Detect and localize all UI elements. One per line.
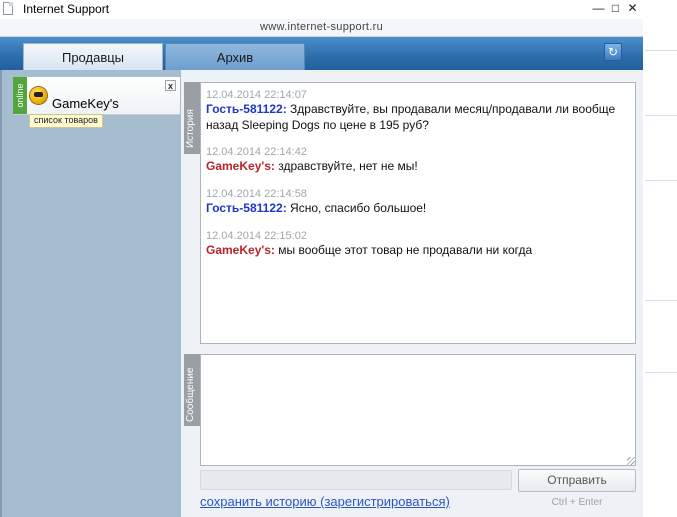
background-divider (645, 50, 677, 51)
message-line: Гость-581122: Ясно, спасибо большое! (206, 201, 427, 215)
refresh-icon: ↻ (607, 45, 619, 59)
message-text: здравствуйте, нет не мы! (278, 159, 418, 173)
message-sender: GameKey's (206, 243, 271, 257)
minimize-button[interactable]: — (590, 0, 607, 17)
tab-archive[interactable]: Архив (165, 43, 305, 70)
message-text: мы вообще этот товар не продавали ни ког… (278, 243, 533, 257)
background-divider (645, 180, 677, 181)
window-title: Internet Support (23, 2, 110, 16)
history-label: История (185, 109, 196, 148)
message-side-label: Сообщение (184, 354, 200, 426)
message-input[interactable] (200, 354, 636, 466)
status-bar (200, 470, 512, 490)
message-sender: GameKey's (206, 159, 271, 173)
operator-name[interactable]: GameKey's (52, 96, 119, 112)
send-button[interactable]: Отправить (518, 469, 636, 492)
close-button[interactable]: ✕ (624, 0, 641, 17)
history-side-label: История (184, 82, 200, 154)
tab-sellers[interactable]: Продавцы (23, 43, 163, 70)
site-url: www.internet-support.ru (0, 19, 643, 37)
app-document-icon (3, 2, 13, 15)
send-shortcut-hint: Ctrl + Enter (551, 497, 603, 508)
save-history-link[interactable]: сохранить историю (зарегистрироваться) (200, 494, 450, 510)
resize-grip-icon[interactable] (627, 457, 635, 465)
online-status-label: online (15, 83, 25, 108)
background-divider (645, 115, 677, 116)
message-line: GameKey's: здравствуйте, нет не мы! (206, 159, 418, 173)
background-divider (645, 300, 677, 301)
message-line: Гость-581122: Здравствуйте, вы продавали… (206, 102, 616, 132)
close-operator-button[interactable]: x (165, 80, 176, 91)
product-list-link[interactable]: список товаров (29, 114, 103, 128)
message-line: GameKey's: мы вообще этот товар не прода… (206, 243, 533, 257)
message-text: Ясно, спасибо большое! (290, 201, 427, 215)
refresh-button[interactable]: ↻ (604, 43, 622, 61)
message-sender: Гость-581122 (206, 102, 283, 116)
message-label: Сообщение (185, 367, 196, 422)
operator-avatar (30, 87, 47, 104)
chat-history[interactable]: 12.04.2014 22:14:07 Гость-581122: Здравс… (200, 82, 636, 344)
operators-panel (2, 70, 181, 517)
background-divider (645, 372, 677, 373)
maximize-button[interactable]: □ (607, 0, 624, 17)
message-sender: Гость-581122 (206, 201, 283, 215)
